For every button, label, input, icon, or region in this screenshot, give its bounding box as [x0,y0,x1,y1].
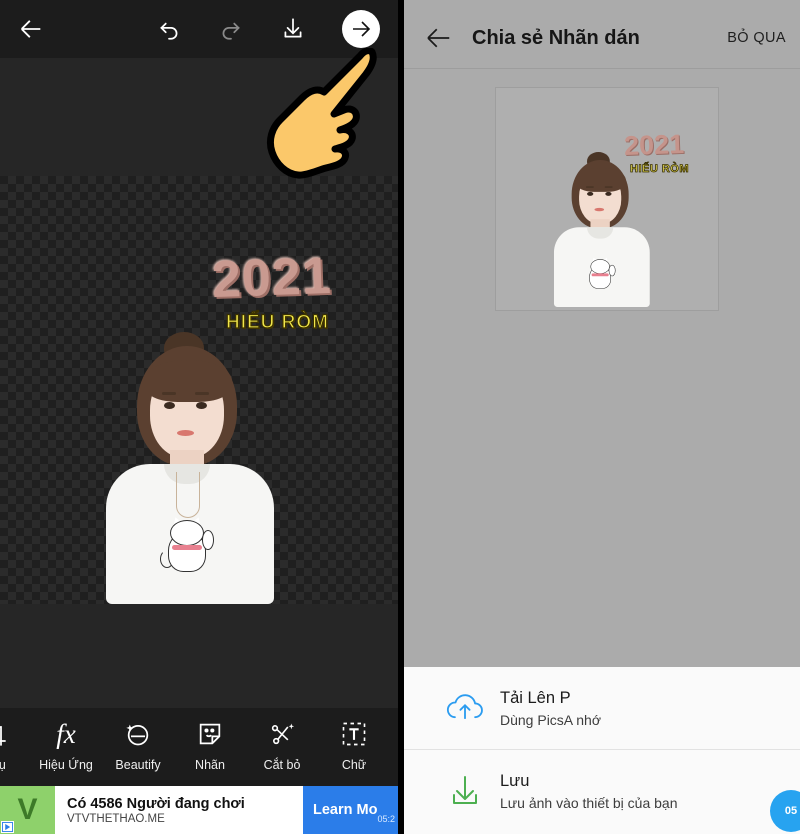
share-bottom-sheet: Tải Lên P Dùng PicsA nhớ Lưu Lưu ảnh vào… [404,667,800,834]
sheet-item-save[interactable]: Lưu Lưu ảnh vào thiết bị của bạn [404,750,800,832]
bangs [144,360,232,402]
ad-cta-button[interactable]: Learn Mo 05:2 [303,786,398,834]
sheet-item-title: Lưu [500,771,530,790]
tool-item-effects[interactable]: fx Hiệu Ứng [30,708,102,786]
tool-item-text[interactable]: Chữ [318,708,390,786]
tool-label: Nhãn [195,758,225,772]
crop-tool-icon [0,716,8,752]
editor-tool-strip: g cụ fx Hiệu Ứng Beautify [0,708,398,786]
sticker-icon [196,716,224,752]
ad-cta-label: Learn Mo [313,802,378,818]
eye-right [196,402,207,409]
sheet-item-subtitle: Dùng PicsA nhớ [500,711,602,728]
sticker-artwork[interactable]: 2021 HIẾU RÒM [0,176,398,604]
eye-left [164,402,175,409]
ad-banner[interactable]: V Có 4586 Người đang chơi VTVTHETHAO.ME … [0,786,398,834]
cat-head [590,259,610,274]
eyebrow-right [604,186,613,188]
ad-logo: V [0,786,55,834]
eyebrow-left [585,186,594,188]
eye-left [587,191,594,196]
pointing-hand-cursor-left [262,47,382,180]
cat-tail [160,550,174,568]
sheet-item-text: Lưu Lưu ảnh vào thiết bị của bạn [500,772,678,811]
canvas-bottom-area [0,604,398,708]
download-icon [430,771,500,811]
tool-label: Cắt bỏ [263,758,301,772]
preview-year-text: 2021 [623,128,685,162]
ad-timer: 05:2 [377,814,395,824]
cat-graphic [584,256,617,290]
lips [177,430,194,436]
share-header: Chia sẻ Nhãn dán BỎ QUA [404,8,800,68]
sticker-preview[interactable]: 2021 HIẾU RÒM [495,87,719,311]
adchoices-icon[interactable] [1,821,14,833]
sticker-year-text: 2021 [211,246,333,310]
back-button[interactable] [0,0,62,58]
app-screenshot: 2021 HIẾU RÒM ụ fx Hiệu Ứng Beautify Nhã… [0,0,800,834]
cat-paw [608,264,616,277]
tool-item-cutout[interactable]: Cắt bỏ [246,708,318,786]
eyebrow-right [195,392,209,395]
sheet-item-subtitle: Lưu ảnh vào thiết bị của bạn [500,794,678,811]
person-cutout [92,332,288,604]
cat-graphic [158,515,216,574]
sheet-item-text: Tải Lên P Dùng PicsA nhớ [500,689,601,728]
lips [594,207,605,212]
tool-label: Beautify [115,758,161,772]
ad-logo-letter: V [17,793,38,826]
ad-subtitle: VTVTHETHAO.ME [67,812,165,825]
sticker-name-text: HIẾU RÒM [225,311,329,333]
share-sticker-panel: Chia sẻ Nhãn dán BỎ QUA 2021 HIẾU RÒM Tả… [398,0,800,834]
skip-button[interactable]: BỎ QUA [727,30,800,46]
header-divider [404,68,800,69]
tool-item-tools[interactable]: g cụ [0,708,30,786]
necklace [176,472,200,518]
cat-collar [591,273,609,277]
cat-paw [202,530,214,550]
page-title: Chia sẻ Nhãn dán [472,26,640,49]
cat-collar [172,545,202,550]
share-back-button[interactable] [404,23,472,53]
cat-head [170,520,204,546]
ad-text: Có 4586 Người đang chơi VTVTHETHAO.ME [55,796,303,825]
tool-label: Chữ [341,758,367,772]
preview-name-text: HIẾU RÒM [630,163,689,176]
left-editor-panel: 2021 HIẾU RÒM ụ fx Hiệu Ứng Beautify Nhã… [0,0,398,834]
tool-label: Hiệu Ứng [39,758,93,772]
eye-right [605,191,612,196]
undo-button[interactable] [138,0,200,58]
sheet-item-upload[interactable]: Tải Lên P Dùng PicsA nhớ [404,667,800,749]
cloud-upload-icon [430,688,500,728]
next-circle [342,10,380,48]
tool-item-beautify[interactable]: Beautify [102,708,174,786]
eyebrow-left [162,392,176,395]
cutout-scissors-icon [268,716,296,752]
tool-label: g cụ [0,758,6,772]
sheet-item-title: Tải Lên P [500,688,571,707]
redo-button[interactable] [200,0,262,58]
fx-icon: fx [56,718,76,749]
preview-person-cutout [546,152,650,308]
beautify-face-icon [124,716,152,752]
text-t-icon [340,716,368,752]
bangs [575,167,626,192]
tool-item-sticker[interactable]: Nhãn [174,708,246,786]
ad-title: Có 4586 Người đang chơi [67,795,245,812]
